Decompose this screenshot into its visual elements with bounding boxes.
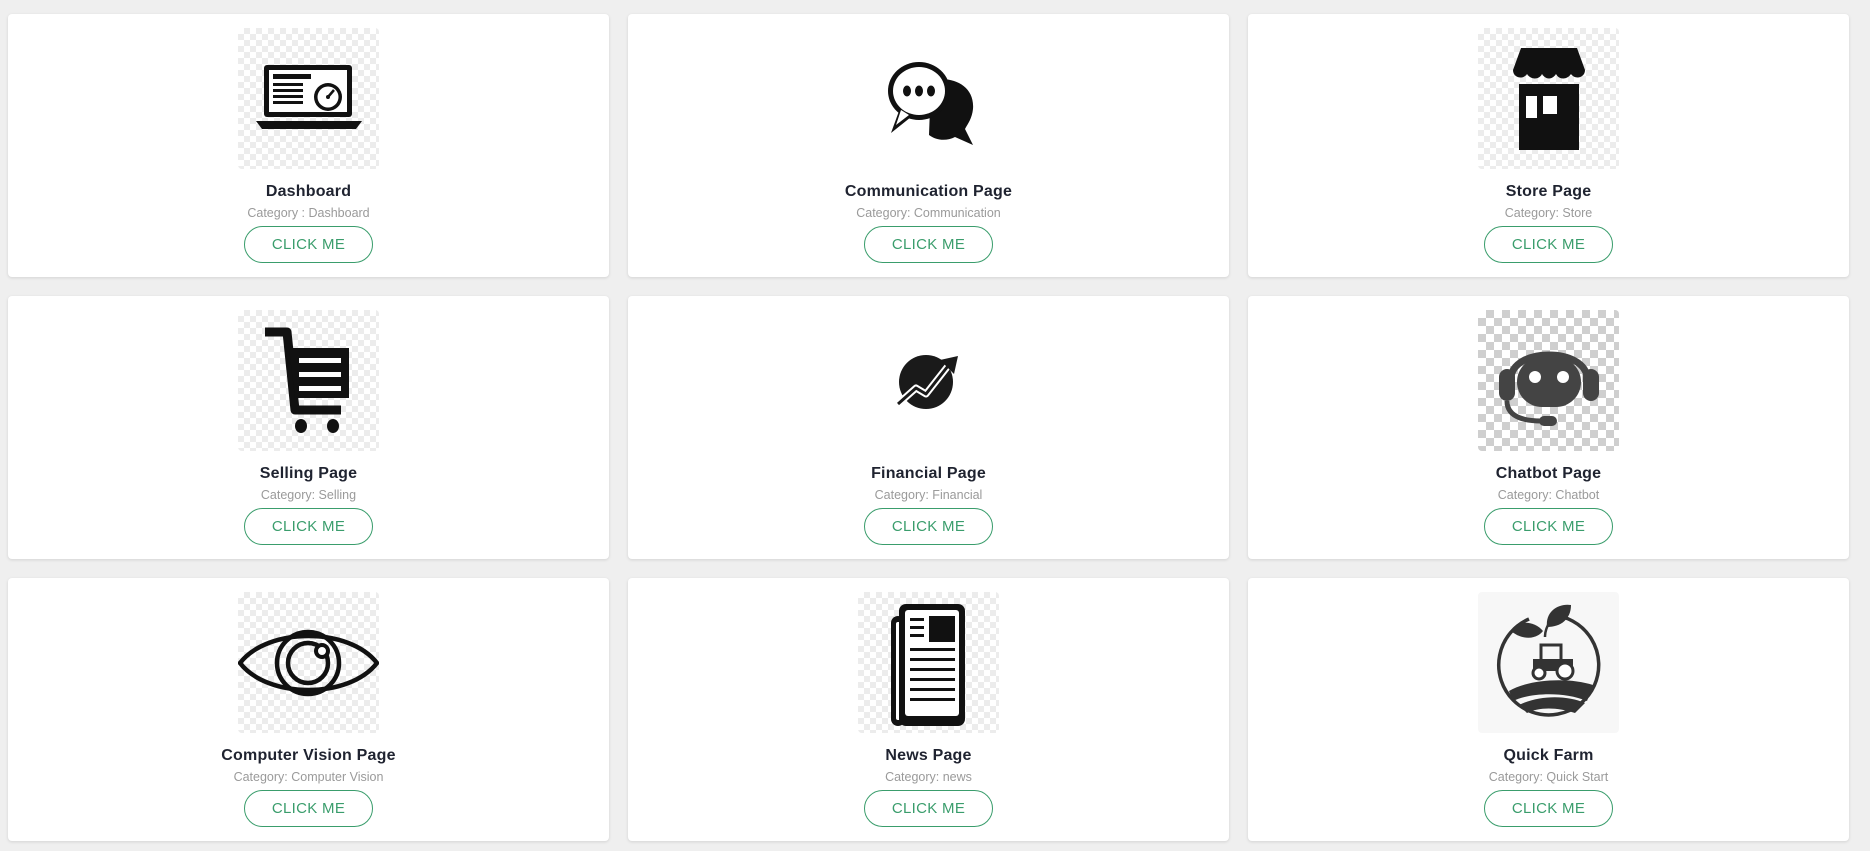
growth-chart-icon xyxy=(858,310,999,451)
card-category: Category: news xyxy=(885,770,972,784)
click-me-button[interactable]: CLICK ME xyxy=(244,226,373,263)
card-title: Selling Page xyxy=(259,465,358,482)
chat-bubbles-icon xyxy=(858,28,999,169)
click-me-button[interactable]: CLICK ME xyxy=(244,508,373,545)
click-me-button[interactable]: CLICK ME xyxy=(864,226,993,263)
page-card-computer-vision: Computer Vision Page Category: Computer … xyxy=(8,578,609,841)
card-title: Dashboard xyxy=(265,183,352,200)
card-category: Category: Selling xyxy=(260,488,357,502)
card-category: Category: Financial xyxy=(874,488,983,502)
newspaper-icon xyxy=(858,592,999,733)
page-card-quick-farm: Quick Farm Category: Quick Start CLICK M… xyxy=(1248,578,1849,841)
card-category: Category: Store xyxy=(1504,206,1593,220)
page-card-communication: Communication Page Category: Communicati… xyxy=(628,14,1229,277)
card-title: Computer Vision Page xyxy=(221,747,396,764)
shopping-cart-icon xyxy=(238,310,379,451)
click-me-button[interactable]: CLICK ME xyxy=(244,790,373,827)
card-title: Communication Page xyxy=(844,183,1013,200)
page-card-chatbot: Chatbot Page Category: Chatbot CLICK ME xyxy=(1248,296,1849,559)
card-title: Chatbot Page xyxy=(1495,465,1602,482)
dashboard-laptop-icon xyxy=(238,28,379,169)
click-me-button[interactable]: CLICK ME xyxy=(1484,790,1613,827)
card-category: Category : Dashboard xyxy=(247,206,370,220)
click-me-button[interactable]: CLICK ME xyxy=(1484,508,1613,545)
page-card-store: Store Page Category: Store CLICK ME xyxy=(1248,14,1849,277)
page-card-financial: Financial Page Category: Financial CLICK… xyxy=(628,296,1229,559)
click-me-button[interactable]: CLICK ME xyxy=(864,508,993,545)
click-me-button[interactable]: CLICK ME xyxy=(864,790,993,827)
page-card-news: News Page Category: news CLICK ME xyxy=(628,578,1229,841)
card-title: Store Page xyxy=(1505,183,1592,200)
farm-tractor-icon xyxy=(1478,592,1619,733)
click-me-button[interactable]: CLICK ME xyxy=(1484,226,1613,263)
card-title: News Page xyxy=(885,747,972,764)
card-title: Financial Page xyxy=(871,465,986,482)
page-card-selling: Selling Page Category: Selling CLICK ME xyxy=(8,296,609,559)
robot-headset-icon xyxy=(1478,310,1619,451)
storefront-icon xyxy=(1478,28,1619,169)
card-category: Category: Communication xyxy=(856,206,1001,220)
card-category: Category: Computer Vision xyxy=(233,770,384,784)
eye-icon xyxy=(238,592,379,733)
page-cards-grid: Dashboard Category : Dashboard CLICK ME … xyxy=(8,14,1850,841)
card-category: Category: Quick Start xyxy=(1488,770,1609,784)
card-category: Category: Chatbot xyxy=(1497,488,1600,502)
card-title: Quick Farm xyxy=(1503,747,1594,764)
page-card-dashboard: Dashboard Category : Dashboard CLICK ME xyxy=(8,14,609,277)
